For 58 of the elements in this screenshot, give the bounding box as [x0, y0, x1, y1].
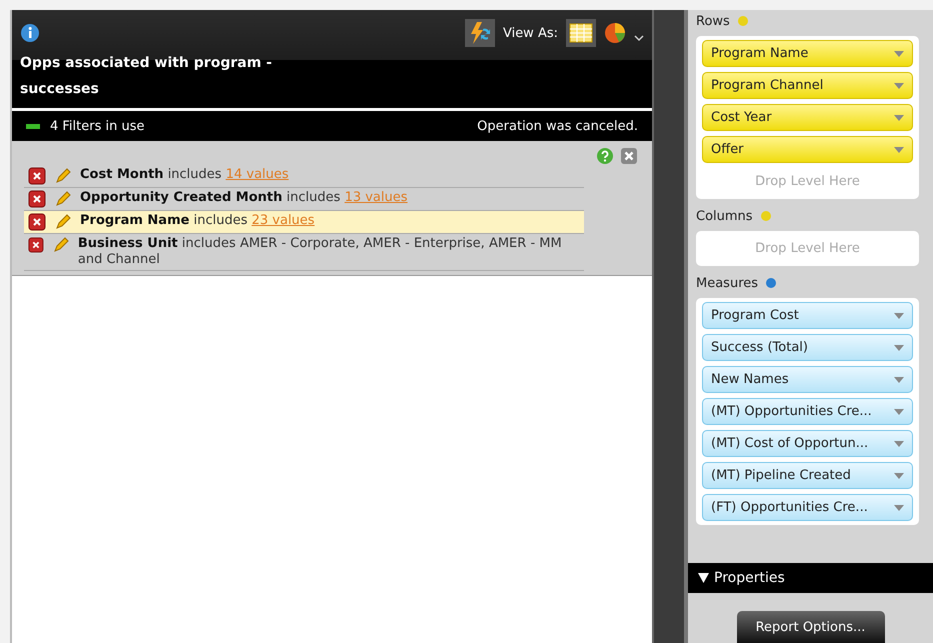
field-pill[interactable]: (MT) Pipeline Created [702, 462, 913, 489]
field-pill[interactable]: Success (Total) [702, 334, 913, 361]
field-pill[interactable]: (MT) Opportunities Cre... [702, 398, 913, 425]
dropdown-arrow-icon [894, 50, 904, 56]
collapse-triangle-icon[interactable] [698, 573, 709, 583]
zone-title: Columns [696, 208, 753, 224]
filter-text: Opportunity Created Month includes 13 values [80, 190, 408, 206]
splitter-bar[interactable] [652, 10, 688, 643]
report-title: Opps associated with program - successes [20, 54, 273, 99]
refresh-button[interactable] [464, 19, 495, 47]
status-message: Operation was canceled. [477, 118, 638, 134]
close-icon[interactable] [620, 147, 638, 165]
remove-icon[interactable] [28, 213, 46, 231]
filter-count[interactable]: 4 Filters in use [50, 118, 144, 134]
filter-row[interactable]: Cost Month includes 14 values [24, 165, 584, 188]
pencil-icon[interactable] [54, 167, 72, 185]
zone-title: Rows [696, 14, 730, 28]
field-pill[interactable]: Program Name [702, 40, 913, 67]
dropdown-arrow-icon [894, 114, 904, 120]
report-options-button[interactable]: Report Options... [736, 611, 884, 643]
drop-hint: Drop Level Here [754, 173, 861, 191]
dropdown-arrow-icon [894, 472, 904, 478]
properties-header[interactable]: Properties [714, 570, 785, 586]
field-pill[interactable]: Program Cost [702, 302, 913, 329]
filter-row[interactable]: Program Name includes 23 values [24, 211, 584, 234]
field-pill[interactable]: (FT) Opportunities Cre... [702, 494, 913, 521]
pencil-icon[interactable] [54, 213, 72, 231]
field-pill[interactable]: Offer [702, 136, 913, 163]
filter-text: Cost Month includes 14 values [80, 167, 289, 183]
dropdown-arrow-icon [894, 440, 904, 446]
filter-row[interactable]: Business Unit includes AMER - Corporate, AMER - Enterprise, AMER - MM and Channel [24, 234, 584, 271]
view-as-label: View As: [502, 26, 558, 40]
filter-text: Program Name includes 23 values [80, 213, 315, 229]
chevron-down-icon[interactable] [634, 34, 644, 42]
table-view-button[interactable] [566, 19, 596, 47]
dropdown-arrow-icon [894, 408, 904, 414]
drop-hint: Drop Level Here [754, 240, 861, 258]
help-icon[interactable] [596, 147, 614, 165]
dropdown-arrow-icon [894, 312, 904, 318]
field-pill[interactable]: (MT) Cost of Opportun... [702, 430, 913, 457]
zone-title: Measures [696, 276, 758, 290]
pencil-icon[interactable] [52, 236, 70, 254]
pencil-icon[interactable] [54, 190, 72, 208]
pie-chart-icon[interactable] [604, 22, 626, 44]
dropdown-arrow-icon [894, 146, 904, 152]
filter-indicator-icon [26, 124, 40, 128]
remove-icon[interactable] [28, 190, 46, 208]
info-icon[interactable] [20, 23, 40, 43]
dropdown-arrow-icon [894, 504, 904, 510]
dropdown-arrow-icon [894, 376, 904, 382]
remove-icon[interactable] [28, 167, 46, 185]
remove-icon[interactable] [28, 236, 44, 254]
dropdown-arrow-icon [894, 344, 904, 350]
field-pill[interactable]: Program Channel [702, 72, 913, 99]
field-pill[interactable]: Cost Year [702, 104, 913, 131]
dropdown-arrow-icon [894, 82, 904, 88]
filter-text: Business Unit includes AMER - Corporate, AMER - Enterprise, AMER - MM and Channel [78, 236, 563, 268]
field-pill[interactable]: New Names [702, 366, 913, 393]
